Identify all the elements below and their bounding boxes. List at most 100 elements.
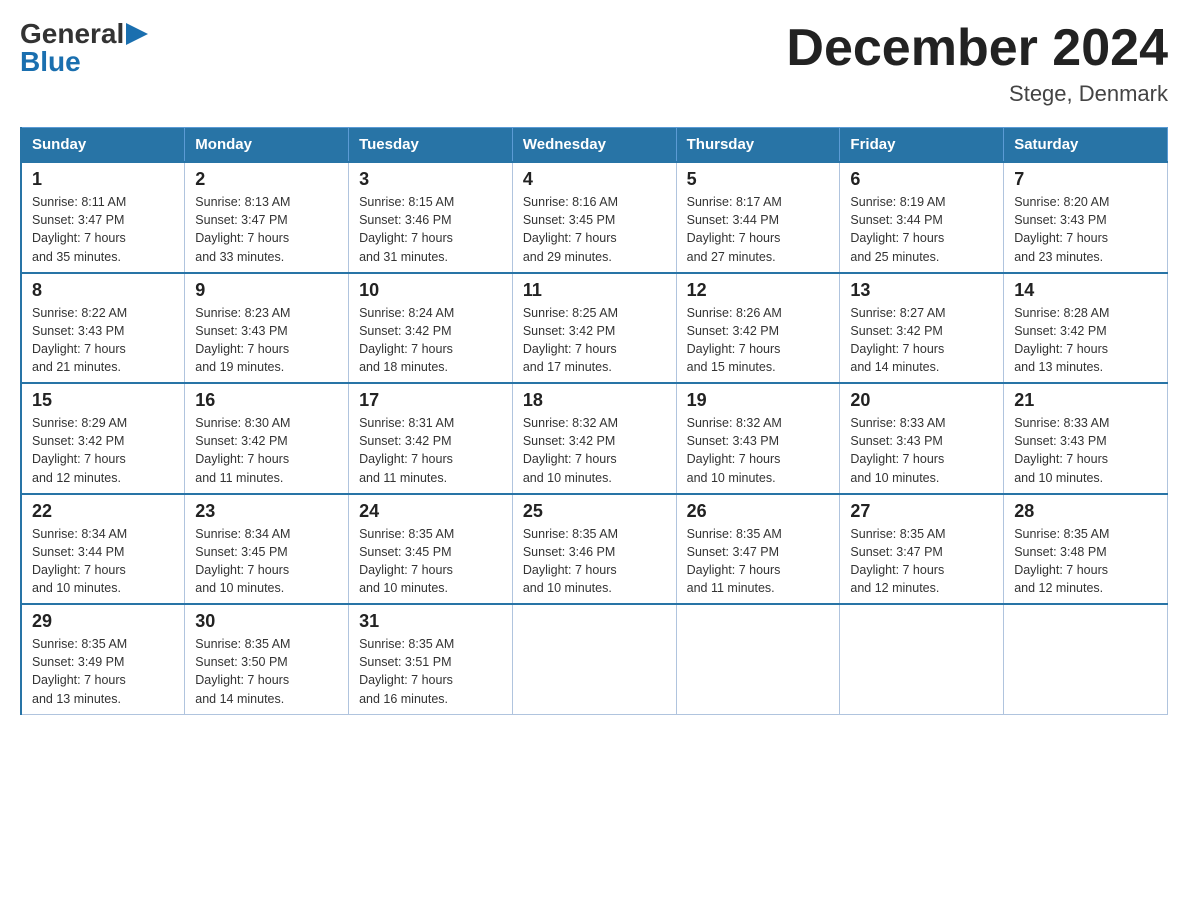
table-row: 30 Sunrise: 8:35 AM Sunset: 3:50 PM Dayl… [185,604,349,714]
table-row: 21 Sunrise: 8:33 AM Sunset: 3:43 PM Dayl… [1004,383,1168,494]
logo: General Blue [20,20,148,76]
day-number: 13 [850,280,993,301]
day-info: Sunrise: 8:30 AM Sunset: 3:42 PM Dayligh… [195,414,338,487]
day-number: 28 [1014,501,1157,522]
day-number: 9 [195,280,338,301]
table-row: 29 Sunrise: 8:35 AM Sunset: 3:49 PM Dayl… [21,604,185,714]
page-header: General Blue December 2024 Stege, Denmar… [20,20,1168,107]
day-info: Sunrise: 8:23 AM Sunset: 3:43 PM Dayligh… [195,304,338,377]
table-row: 26 Sunrise: 8:35 AM Sunset: 3:47 PM Dayl… [676,494,840,605]
table-row: 18 Sunrise: 8:32 AM Sunset: 3:42 PM Dayl… [512,383,676,494]
day-info: Sunrise: 8:22 AM Sunset: 3:43 PM Dayligh… [32,304,174,377]
table-row: 31 Sunrise: 8:35 AM Sunset: 3:51 PM Dayl… [349,604,513,714]
day-info: Sunrise: 8:11 AM Sunset: 3:47 PM Dayligh… [32,193,174,266]
col-wednesday: Wednesday [512,128,676,163]
table-row [676,604,840,714]
day-info: Sunrise: 8:35 AM Sunset: 3:50 PM Dayligh… [195,635,338,708]
col-monday: Monday [185,128,349,163]
table-row: 4 Sunrise: 8:16 AM Sunset: 3:45 PM Dayli… [512,162,676,273]
col-sunday: Sunday [21,128,185,163]
day-info: Sunrise: 8:19 AM Sunset: 3:44 PM Dayligh… [850,193,993,266]
day-number: 23 [195,501,338,522]
day-info: Sunrise: 8:20 AM Sunset: 3:43 PM Dayligh… [1014,193,1157,266]
logo-general-text: General [20,20,124,48]
table-row: 14 Sunrise: 8:28 AM Sunset: 3:42 PM Dayl… [1004,273,1168,384]
day-info: Sunrise: 8:28 AM Sunset: 3:42 PM Dayligh… [1014,304,1157,377]
table-row: 25 Sunrise: 8:35 AM Sunset: 3:46 PM Dayl… [512,494,676,605]
day-info: Sunrise: 8:33 AM Sunset: 3:43 PM Dayligh… [1014,414,1157,487]
day-number: 19 [687,390,830,411]
calendar-table: Sunday Monday Tuesday Wednesday Thursday… [20,127,1168,715]
day-info: Sunrise: 8:25 AM Sunset: 3:42 PM Dayligh… [523,304,666,377]
col-saturday: Saturday [1004,128,1168,163]
day-number: 12 [687,280,830,301]
day-number: 15 [32,390,174,411]
month-title: December 2024 [786,20,1168,77]
day-number: 30 [195,611,338,632]
table-row: 22 Sunrise: 8:34 AM Sunset: 3:44 PM Dayl… [21,494,185,605]
day-info: Sunrise: 8:15 AM Sunset: 3:46 PM Dayligh… [359,193,502,266]
table-row: 13 Sunrise: 8:27 AM Sunset: 3:42 PM Dayl… [840,273,1004,384]
day-info: Sunrise: 8:16 AM Sunset: 3:45 PM Dayligh… [523,193,666,266]
day-info: Sunrise: 8:29 AM Sunset: 3:42 PM Dayligh… [32,414,174,487]
day-number: 18 [523,390,666,411]
calendar-week-row: 22 Sunrise: 8:34 AM Sunset: 3:44 PM Dayl… [21,494,1168,605]
table-row: 17 Sunrise: 8:31 AM Sunset: 3:42 PM Dayl… [349,383,513,494]
table-row: 10 Sunrise: 8:24 AM Sunset: 3:42 PM Dayl… [349,273,513,384]
day-info: Sunrise: 8:35 AM Sunset: 3:46 PM Dayligh… [523,525,666,598]
title-block: December 2024 Stege, Denmark [786,20,1168,107]
day-info: Sunrise: 8:31 AM Sunset: 3:42 PM Dayligh… [359,414,502,487]
day-number: 11 [523,280,666,301]
table-row: 15 Sunrise: 8:29 AM Sunset: 3:42 PM Dayl… [21,383,185,494]
day-number: 26 [687,501,830,522]
table-row: 28 Sunrise: 8:35 AM Sunset: 3:48 PM Dayl… [1004,494,1168,605]
table-row: 2 Sunrise: 8:13 AM Sunset: 3:47 PM Dayli… [185,162,349,273]
calendar-week-row: 1 Sunrise: 8:11 AM Sunset: 3:47 PM Dayli… [21,162,1168,273]
table-row: 16 Sunrise: 8:30 AM Sunset: 3:42 PM Dayl… [185,383,349,494]
calendar-header-row: Sunday Monday Tuesday Wednesday Thursday… [21,128,1168,163]
day-info: Sunrise: 8:33 AM Sunset: 3:43 PM Dayligh… [850,414,993,487]
location: Stege, Denmark [786,81,1168,107]
day-number: 24 [359,501,502,522]
table-row [1004,604,1168,714]
table-row: 12 Sunrise: 8:26 AM Sunset: 3:42 PM Dayl… [676,273,840,384]
table-row: 11 Sunrise: 8:25 AM Sunset: 3:42 PM Dayl… [512,273,676,384]
day-info: Sunrise: 8:34 AM Sunset: 3:45 PM Dayligh… [195,525,338,598]
day-number: 5 [687,169,830,190]
day-number: 7 [1014,169,1157,190]
day-number: 29 [32,611,174,632]
calendar-week-row: 15 Sunrise: 8:29 AM Sunset: 3:42 PM Dayl… [21,383,1168,494]
table-row: 7 Sunrise: 8:20 AM Sunset: 3:43 PM Dayli… [1004,162,1168,273]
table-row: 5 Sunrise: 8:17 AM Sunset: 3:44 PM Dayli… [676,162,840,273]
day-number: 22 [32,501,174,522]
table-row: 19 Sunrise: 8:32 AM Sunset: 3:43 PM Dayl… [676,383,840,494]
table-row [512,604,676,714]
table-row: 20 Sunrise: 8:33 AM Sunset: 3:43 PM Dayl… [840,383,1004,494]
day-number: 3 [359,169,502,190]
day-number: 21 [1014,390,1157,411]
day-number: 6 [850,169,993,190]
day-info: Sunrise: 8:32 AM Sunset: 3:42 PM Dayligh… [523,414,666,487]
calendar-week-row: 8 Sunrise: 8:22 AM Sunset: 3:43 PM Dayli… [21,273,1168,384]
table-row: 3 Sunrise: 8:15 AM Sunset: 3:46 PM Dayli… [349,162,513,273]
day-number: 4 [523,169,666,190]
table-row [840,604,1004,714]
day-info: Sunrise: 8:35 AM Sunset: 3:45 PM Dayligh… [359,525,502,598]
table-row: 24 Sunrise: 8:35 AM Sunset: 3:45 PM Dayl… [349,494,513,605]
day-info: Sunrise: 8:35 AM Sunset: 3:49 PM Dayligh… [32,635,174,708]
table-row: 8 Sunrise: 8:22 AM Sunset: 3:43 PM Dayli… [21,273,185,384]
day-number: 27 [850,501,993,522]
day-number: 2 [195,169,338,190]
col-thursday: Thursday [676,128,840,163]
day-info: Sunrise: 8:35 AM Sunset: 3:48 PM Dayligh… [1014,525,1157,598]
table-row: 9 Sunrise: 8:23 AM Sunset: 3:43 PM Dayli… [185,273,349,384]
table-row: 1 Sunrise: 8:11 AM Sunset: 3:47 PM Dayli… [21,162,185,273]
day-number: 8 [32,280,174,301]
day-number: 16 [195,390,338,411]
day-number: 25 [523,501,666,522]
table-row: 6 Sunrise: 8:19 AM Sunset: 3:44 PM Dayli… [840,162,1004,273]
day-info: Sunrise: 8:17 AM Sunset: 3:44 PM Dayligh… [687,193,830,266]
day-number: 1 [32,169,174,190]
table-row: 27 Sunrise: 8:35 AM Sunset: 3:47 PM Dayl… [840,494,1004,605]
col-tuesday: Tuesday [349,128,513,163]
